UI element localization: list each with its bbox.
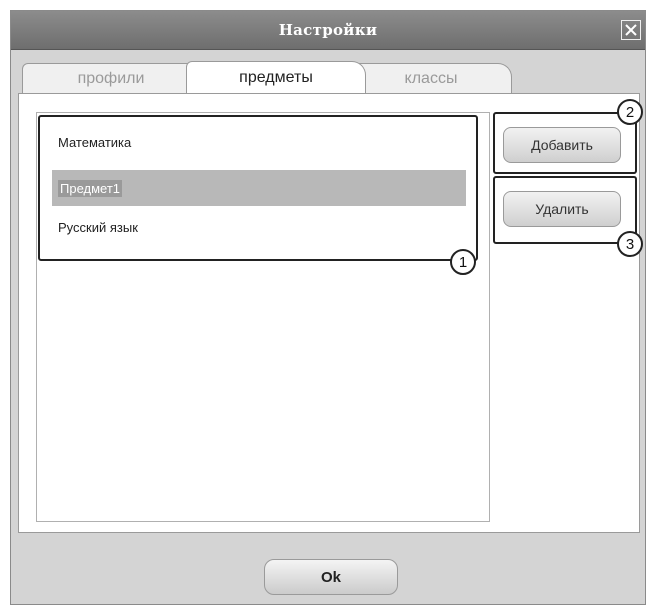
tab-classes[interactable]: классы (350, 63, 512, 93)
callout-badge-3: 3 (617, 231, 643, 257)
window-title: Настройки (278, 21, 378, 39)
title-bar: Настройки (11, 11, 645, 50)
tab-subjects-label: предметы (239, 68, 313, 86)
list-item[interactable]: Математика (52, 124, 466, 160)
ok-button-label: Ok (320, 568, 341, 586)
close-icon (625, 24, 637, 36)
list-item-label: Математика (58, 134, 132, 150)
add-button[interactable]: Добавить (503, 127, 621, 163)
ok-button[interactable]: Ok (264, 559, 398, 595)
tab-classes-label: классы (404, 69, 458, 87)
callout-badge-1: 1 (450, 249, 476, 275)
list-item[interactable]: Русский язык (52, 209, 466, 245)
add-button-label: Добавить (531, 137, 593, 153)
tab-profiles-label: профили (77, 69, 145, 87)
list-item-label: Предмет1 (58, 179, 123, 197)
close-button[interactable] (621, 20, 641, 40)
list-item-selected[interactable]: Предмет1 (52, 170, 466, 206)
callout-badge-2: 2 (617, 99, 643, 125)
list-item-label: Русский язык (58, 219, 138, 235)
tab-subjects[interactable]: предметы (186, 61, 366, 93)
tab-profiles[interactable]: профили (22, 63, 200, 93)
delete-button-label: Удалить (535, 201, 589, 217)
delete-button[interactable]: Удалить (503, 191, 621, 227)
